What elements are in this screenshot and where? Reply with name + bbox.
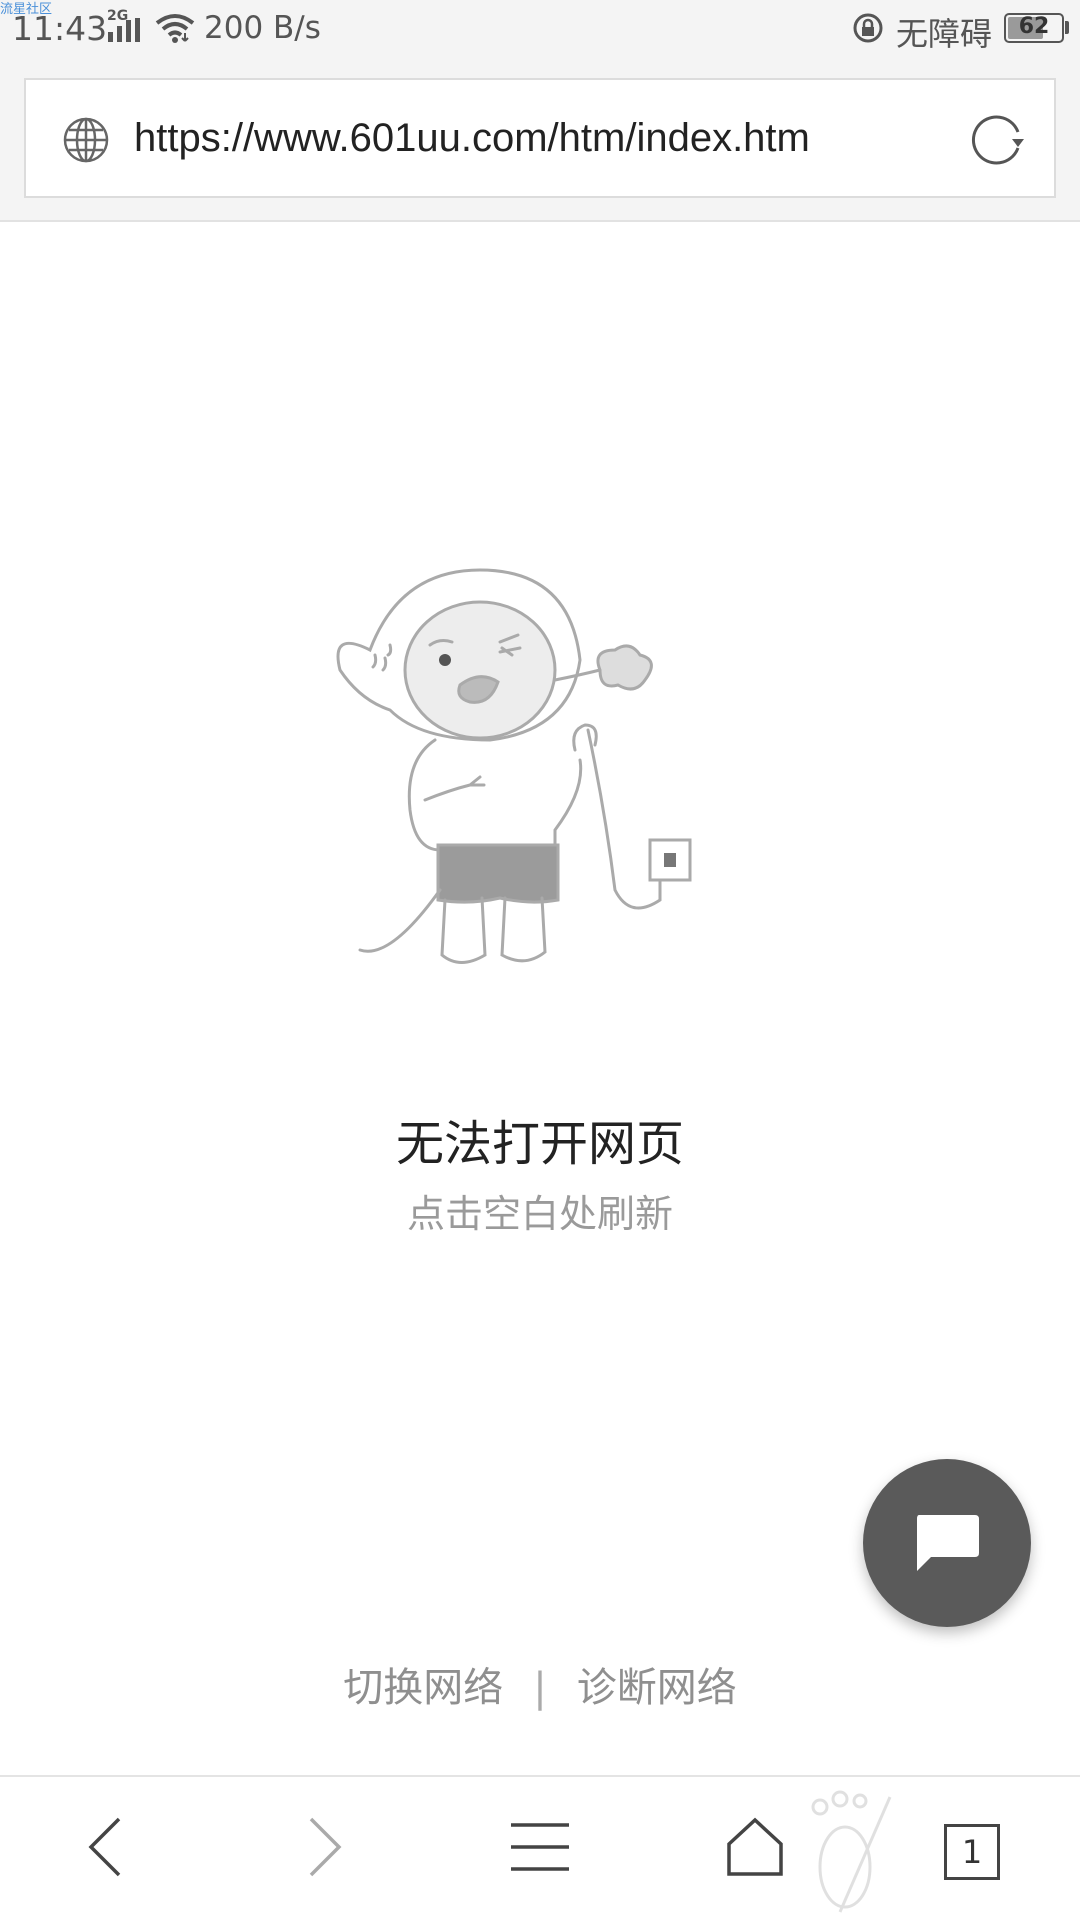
refresh-hint[interactable]: 点击空白处刷新 — [0, 1183, 1080, 1238]
address-bar-region: https://www.601uu.com/htm/index.htm — [0, 58, 1080, 222]
bottom-toolbar: 1 — [0, 1775, 1080, 1920]
status-bar: 流星社区 11:43 2G 200 B/s 无障碍 62 — [0, 0, 1080, 58]
error-title: 无法打开网页 — [395, 1116, 684, 1172]
accessibility-label: 无障碍 — [896, 15, 993, 53]
battery-icon: 62 — [1004, 13, 1064, 43]
tab-count-button[interactable]: 1 — [944, 1824, 1000, 1880]
feedback-chat-button[interactable] — [863, 1459, 1031, 1627]
globe-icon — [63, 117, 109, 163]
address-bar[interactable]: https://www.601uu.com/htm/index.htm — [24, 78, 1056, 198]
link-separator: | — [533, 1665, 547, 1711]
menu-button[interactable] — [500, 1807, 580, 1887]
battery-level: 62 — [1018, 14, 1050, 39]
home-icon — [727, 1817, 783, 1876]
diagnose-network-link[interactable]: 诊断网络 — [577, 1655, 737, 1713]
error-illustration — [336, 568, 692, 964]
rotation-lock-icon — [853, 13, 883, 43]
chevron-left-icon — [88, 1817, 121, 1877]
footprint-watermark-icon — [811, 1790, 892, 1913]
network-links: 切换网络 | 诊断网络 — [0, 1655, 1080, 1713]
battery-cap — [1065, 21, 1069, 34]
reload-icon[interactable] — [968, 112, 1028, 168]
menu-icon — [511, 1823, 569, 1871]
chevron-right-icon — [309, 1817, 342, 1877]
home-button[interactable] — [715, 1807, 795, 1887]
url-text[interactable]: https://www.601uu.com/htm/index.htm — [134, 116, 810, 161]
back-button[interactable] — [65, 1807, 145, 1887]
forward-button[interactable] — [285, 1807, 365, 1887]
wifi-icon — [155, 14, 195, 43]
signal-icon — [108, 18, 140, 42]
network-speed: 200 B/s — [204, 10, 321, 46]
switch-network-link[interactable]: 切换网络 — [343, 1655, 503, 1713]
chat-bubble-icon — [917, 1515, 979, 1571]
status-time: 11:43 — [12, 9, 108, 48]
